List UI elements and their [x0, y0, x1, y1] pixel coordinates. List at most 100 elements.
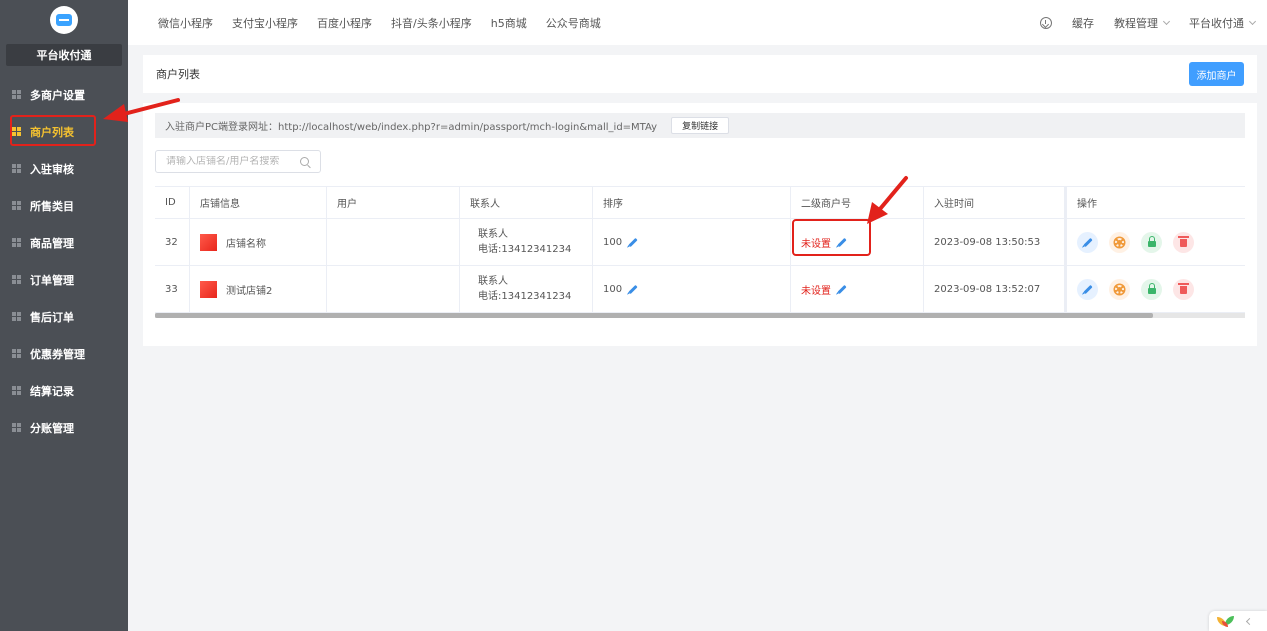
user-menu-label: 平台收付通 [1189, 16, 1244, 30]
grid-icon [12, 423, 21, 432]
unlock-button[interactable] [1141, 231, 1162, 253]
sidebar-item-label: 售后订单 [30, 310, 74, 324]
unlock-button[interactable] [1141, 278, 1162, 300]
chevron-down-icon [1248, 17, 1257, 25]
trash-icon [1178, 283, 1189, 294]
download-button[interactable] [1040, 16, 1052, 29]
store-thumbnail [200, 233, 217, 251]
cell-sort: 100 [593, 266, 791, 312]
grid-icon [12, 201, 21, 210]
delete-button[interactable] [1173, 231, 1194, 253]
horizontal-scrollbar[interactable] [155, 313, 1245, 318]
copy-link-button[interactable]: 复制链接 [671, 117, 730, 134]
edit-button[interactable] [1077, 278, 1098, 300]
sidebar-item-label: 商品管理 [30, 236, 74, 250]
sidebar-item-settlement-review[interactable]: 入驻审核 [0, 150, 128, 187]
gear-icon [1115, 237, 1124, 247]
cell-sort: 100 [593, 219, 791, 265]
tab-wechat-miniprogram[interactable]: 微信小程序 [158, 15, 213, 31]
sidebar-item-settlement-records[interactable]: 结算记录 [0, 372, 128, 409]
platform-tabs: 微信小程序 支付宝小程序 百度小程序 抖音/头条小程序 h5商城 公众号商城 [128, 15, 620, 31]
contact-name: 联系人 [478, 229, 508, 240]
top-bar: 微信小程序 支付宝小程序 百度小程序 抖音/头条小程序 h5商城 公众号商城 缓… [128, 0, 1267, 45]
sidebar-item-products[interactable]: 商品管理 [0, 224, 128, 261]
sidebar-item-profit-sharing[interactable]: 分账管理 [0, 409, 128, 446]
tutorial-menu-label: 教程管理 [1114, 16, 1158, 30]
sidebar-item-multi-merchant-settings[interactable]: 多商户设置 [0, 76, 128, 113]
settings-button[interactable] [1109, 231, 1130, 253]
sidebar-item-label: 入驻审核 [30, 162, 74, 176]
sidebar-item-orders[interactable]: 订单管理 [0, 261, 128, 298]
store-name: 测试店铺2 [226, 285, 273, 297]
sub-merchant-value: 未设置 [801, 238, 831, 250]
sidebar-item-label: 多商户设置 [30, 88, 85, 102]
delete-button[interactable] [1173, 278, 1194, 300]
edit-sort-icon[interactable] [628, 237, 638, 247]
cell-store: 测试店铺2 [190, 266, 327, 312]
tab-official-account-mall[interactable]: 公众号商城 [546, 15, 601, 31]
grid-icon [12, 90, 21, 99]
merchant-list-panel: 入驻商户PC端登录网址：http://localhost/web/index.p… [143, 103, 1257, 346]
contact-name: 联系人 [478, 276, 508, 287]
sidebar-item-label: 分账管理 [30, 421, 74, 435]
top-bar-right: 缓存 教程管理 平台收付通 [1020, 15, 1267, 31]
sidebar-item-label: 优惠券管理 [30, 347, 85, 361]
column-header-contact: 联系人 [460, 187, 593, 218]
search-icon[interactable] [300, 157, 309, 166]
download-icon [1040, 16, 1052, 29]
grid-icon [12, 275, 21, 284]
annotation-highlight-box [10, 115, 96, 146]
cell-sub-merchant: 未设置 [791, 219, 924, 265]
page-header: 商户列表 添加商户 [143, 55, 1257, 93]
page-title: 商户列表 [156, 68, 200, 81]
floating-helper-widget[interactable] [1209, 611, 1267, 631]
grid-icon [12, 349, 21, 358]
merchant-table: ID 店铺信息 用户 联系人 排序 二级商户号 入驻时间 操作 32 店铺名称 … [155, 186, 1245, 318]
grid-icon [12, 164, 21, 173]
login-url-bar: 入驻商户PC端登录网址：http://localhost/web/index.p… [155, 113, 1245, 138]
chevron-down-icon [1162, 17, 1171, 25]
scrollbar-thumb[interactable] [155, 313, 1153, 318]
tab-alipay-miniprogram[interactable]: 支付宝小程序 [232, 15, 298, 31]
cell-sub-merchant: 未设置 [791, 266, 924, 312]
cell-contact: 联系人 电话:13412341234 [460, 219, 593, 265]
user-menu[interactable]: 平台收付通 [1189, 15, 1257, 31]
sidebar-nav: 多商户设置 商户列表 入驻审核 所售类目 商品管理 订单管理 售后订单 优惠券管… [0, 76, 128, 446]
cell-id: 33 [155, 266, 190, 312]
cache-button[interactable]: 缓存 [1072, 15, 1094, 31]
edit-sort-icon[interactable] [628, 284, 638, 294]
app-logo-icon[interactable] [50, 6, 78, 34]
edit-sub-merchant-icon[interactable] [837, 284, 847, 294]
sidebar-item-after-sales[interactable]: 售后订单 [0, 298, 128, 335]
column-header-user: 用户 [327, 187, 460, 218]
cell-join-time: 2023-09-08 13:52:07 [924, 266, 1067, 312]
table-row: 32 店铺名称 联系人 电话:13412341234 100 未设置 2023-… [155, 219, 1245, 266]
sidebar: 平台收付通 多商户设置 商户列表 入驻审核 所售类目 商品管理 订单管理 售后订… [0, 0, 128, 631]
cell-join-time: 2023-09-08 13:50:53 [924, 219, 1067, 265]
sidebar-item-coupons[interactable]: 优惠券管理 [0, 335, 128, 372]
leaf-icon [1215, 614, 1239, 628]
sidebar-item-label: 订单管理 [30, 273, 74, 287]
tab-douyin-miniprogram[interactable]: 抖音/头条小程序 [391, 15, 472, 31]
sidebar-item-merchant-list[interactable]: 商户列表 [0, 113, 128, 150]
sidebar-item-categories[interactable]: 所售类目 [0, 187, 128, 224]
add-merchant-button[interactable]: 添加商户 [1189, 62, 1244, 86]
search-input[interactable] [156, 156, 296, 167]
settings-button[interactable] [1109, 278, 1130, 300]
contact-phone: 电话:13412341234 [478, 291, 572, 302]
edit-button[interactable] [1077, 231, 1098, 253]
tab-baidu-miniprogram[interactable]: 百度小程序 [317, 15, 372, 31]
grid-icon [12, 386, 21, 395]
lock-icon [1147, 235, 1156, 247]
tutorial-menu[interactable]: 教程管理 [1114, 15, 1171, 31]
tab-h5-mall[interactable]: h5商城 [491, 15, 527, 31]
sidebar-item-label: 结算记录 [30, 384, 74, 398]
cell-user [327, 219, 460, 265]
column-header-sort: 排序 [593, 187, 791, 218]
table-row: 33 测试店铺2 联系人 电话:13412341234 100 未设置 2023… [155, 266, 1245, 313]
column-header-sub-merchant: 二级商户号 [791, 187, 924, 218]
contact-phone: 电话:13412341234 [478, 244, 572, 255]
edit-sub-merchant-icon[interactable] [837, 237, 847, 247]
gear-icon [1115, 284, 1124, 294]
lock-icon [1147, 282, 1156, 294]
